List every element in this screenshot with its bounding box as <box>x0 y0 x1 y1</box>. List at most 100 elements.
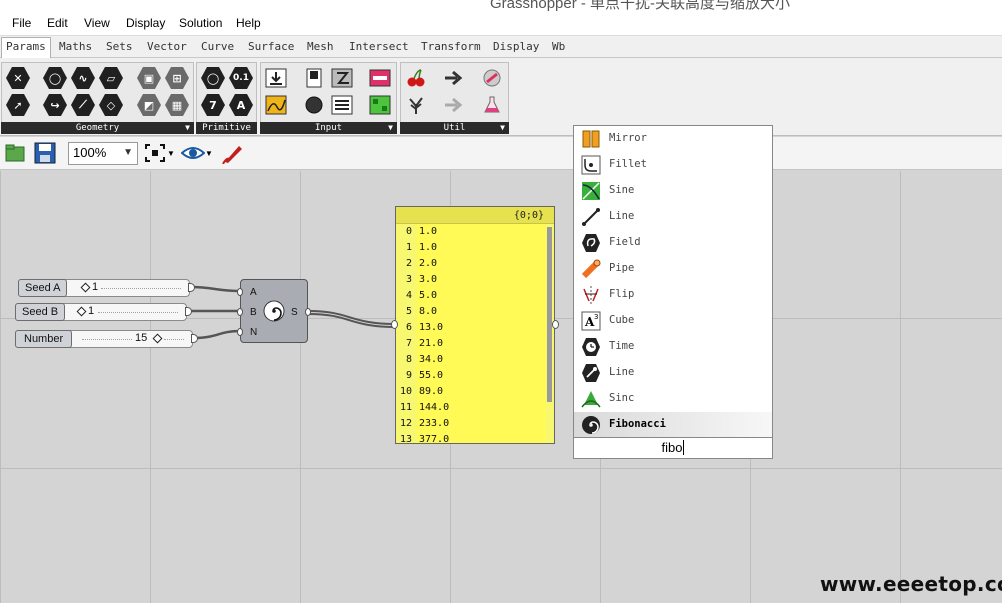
fib-input-a-grip[interactable] <box>237 288 243 296</box>
fibonacci-component[interactable]: A B N S <box>237 279 311 343</box>
slider-number-grip[interactable] <box>152 333 163 344</box>
tab-sets[interactable]: Sets <box>106 40 133 53</box>
panel-scrollbar[interactable] <box>547 227 552 402</box>
zoom-dropdown-icon[interactable]: ▼ <box>165 142 177 164</box>
search-result-line[interactable]: Line <box>574 360 772 386</box>
tab-surface[interactable]: Surface <box>248 40 294 53</box>
fib-input-n[interactable]: N <box>250 327 257 338</box>
relay-arrow-icon[interactable] <box>441 66 467 90</box>
curve-param-icon[interactable]: ∿ <box>70 66 96 90</box>
number-param-icon[interactable]: 0.1 <box>228 66 254 90</box>
surface-param-icon[interactable]: ▦ <box>164 93 190 117</box>
point-param-icon[interactable]: ✕ <box>5 66 31 90</box>
menu-display[interactable]: Display <box>126 16 165 30</box>
open-file-icon[interactable] <box>3 142 27 164</box>
integer-param-icon[interactable]: 7 <box>200 93 226 117</box>
fib-output-s[interactable]: S <box>291 307 298 318</box>
tab-mesh[interactable]: Mesh <box>307 40 334 53</box>
component-search-input[interactable]: fibo <box>573 437 773 459</box>
slider-seed-a[interactable]: Seed A 1 <box>18 279 190 297</box>
search-result-time[interactable]: Time <box>574 334 772 360</box>
slider-seed-a-track[interactable] <box>101 288 181 289</box>
search-result-line[interactable]: Line <box>574 204 772 230</box>
fib-output-grip[interactable] <box>305 308 311 316</box>
search-result-field[interactable]: Field <box>574 230 772 256</box>
seed-a-output-grip[interactable] <box>188 283 195 292</box>
output-panel[interactable]: {0;0} 0 1.0 1 1.0 2 2.0 3 3.0 4 5.0 5 8.0 6 13.0 7 21.0… <box>391 206 559 444</box>
tab-curve[interactable]: Curve <box>201 40 234 53</box>
circle-param-icon[interactable]: ◯ <box>42 66 68 90</box>
box-param-icon[interactable]: ▣ <box>136 66 162 90</box>
panel-row: 9 55.0 <box>396 368 554 385</box>
slider-seed-a-grip[interactable] <box>80 282 91 293</box>
grasshopper-canvas[interactable]: Seed A 1 Seed B 1 Number 15 A B N S {0;0… <box>0 171 1002 603</box>
slider-seed-b-grip[interactable] <box>76 306 87 317</box>
primitive-panel-label[interactable]: Primitive <box>196 122 257 134</box>
cherry-picker-icon[interactable] <box>403 66 429 90</box>
zoom-select[interactable]: 100% ▼ <box>68 142 138 165</box>
colour-swatch-icon[interactable] <box>367 66 393 90</box>
slider-number[interactable]: Number 15 <box>15 330 193 348</box>
slider-number-track[interactable] <box>82 339 132 340</box>
menu-help[interactable]: Help <box>236 16 261 30</box>
tab-vector[interactable]: Vector <box>147 40 187 53</box>
stream-arrow-icon[interactable] <box>441 93 467 117</box>
slider-seed-b-track[interactable] <box>98 312 178 313</box>
tab-intersect[interactable]: Intersect <box>349 40 409 53</box>
fib-input-b[interactable]: B <box>250 307 257 318</box>
panel-input-grip[interactable] <box>391 320 398 329</box>
arc-param-icon[interactable]: ↪ <box>42 93 68 117</box>
line-param-icon[interactable]: ⟋ <box>70 93 96 117</box>
search-result-sinc[interactable]: Sinc <box>574 386 772 412</box>
seed-b-output-grip[interactable] <box>185 307 192 316</box>
plane-param-icon[interactable]: ▱ <box>98 66 124 90</box>
download-icon[interactable] <box>263 66 289 90</box>
fib-input-n-grip[interactable] <box>237 328 243 336</box>
search-result-cube[interactable]: A 3 Cube <box>574 308 772 334</box>
menu-edit[interactable]: Edit <box>47 16 68 30</box>
save-icon[interactable] <box>33 142 57 164</box>
data-dam-icon[interactable] <box>403 93 429 117</box>
tab-transform[interactable]: Transform <box>421 40 481 53</box>
search-result-fibonacci[interactable]: Fibonacci <box>574 412 772 438</box>
slider-number-track-right[interactable] <box>164 339 184 340</box>
text-param-icon[interactable]: A <box>228 93 254 117</box>
graph-mapper-icon[interactable] <box>263 93 289 117</box>
gradient-icon[interactable] <box>367 93 393 117</box>
number-slider-icon[interactable] <box>329 66 355 90</box>
preview-eye-icon[interactable] <box>181 142 205 164</box>
menu-file[interactable]: File <box>12 16 31 30</box>
tab-params[interactable]: Params <box>1 37 51 58</box>
toggle-icon[interactable] <box>301 66 327 90</box>
slider-seed-b[interactable]: Seed B 1 <box>15 303 187 321</box>
search-result-fillet[interactable]: Fillet <box>574 152 772 178</box>
button-object-icon[interactable] <box>301 93 327 117</box>
search-result-flip[interactable]: Flip <box>574 282 772 308</box>
boolean-param-icon[interactable]: ◯ <box>200 66 226 90</box>
brep-param-icon[interactable]: ◩ <box>136 93 162 117</box>
vector-param-icon[interactable]: ➚ <box>5 93 31 117</box>
value-list-icon[interactable] <box>329 93 355 117</box>
fib-input-b-grip[interactable] <box>237 308 243 316</box>
flask-icon[interactable] <box>479 93 505 117</box>
tab-maths[interactable]: Maths <box>59 40 92 53</box>
geometry-panel-label[interactable]: Geometry ▼ <box>1 122 194 134</box>
search-result-sine[interactable]: Sine <box>574 178 772 204</box>
mesh-param-icon[interactable]: ⊞ <box>164 66 190 90</box>
mesh-point-param-icon[interactable]: ◇ <box>98 93 124 117</box>
tab-display[interactable]: Display <box>493 40 539 53</box>
fib-input-a[interactable]: A <box>250 287 257 298</box>
tab-wb[interactable]: Wb <box>552 40 565 53</box>
preview-dropdown-icon[interactable]: ▼ <box>203 142 215 164</box>
panel-output-grip[interactable] <box>552 320 559 329</box>
util-panel-label[interactable]: Util ▼ <box>400 122 509 134</box>
sketch-pen-icon[interactable] <box>221 142 245 164</box>
search-result-mirror[interactable]: Mirror <box>574 126 772 152</box>
zoom-extents-icon[interactable] <box>143 142 167 164</box>
menu-solution[interactable]: Solution <box>179 16 222 30</box>
fitness-icon[interactable] <box>479 66 505 90</box>
input-panel-label[interactable]: Input ▼ <box>260 122 397 134</box>
menu-view[interactable]: View <box>84 16 110 30</box>
number-output-grip[interactable] <box>191 334 198 343</box>
search-result-pipe[interactable]: Pipe <box>574 256 772 282</box>
